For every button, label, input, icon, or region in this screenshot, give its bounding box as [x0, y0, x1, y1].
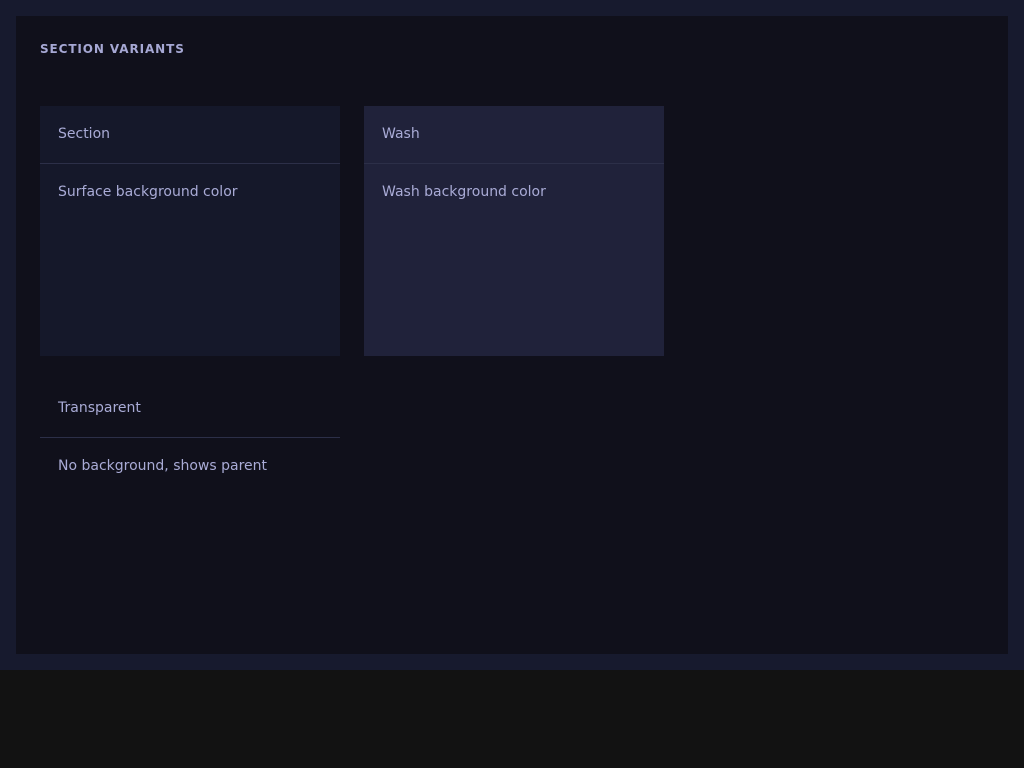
card-body: Surface background color [58, 184, 238, 200]
card-header: Wash [364, 106, 664, 164]
section-card-surface: Section Surface background color [40, 106, 340, 356]
card-body: Wash background color [382, 184, 546, 200]
card-body: No background, shows parent [58, 458, 268, 474]
section-variants-panel: SECTION VARIANTS Section Surface backgro… [16, 16, 1008, 654]
page-title: SECTION VARIANTS [40, 42, 185, 56]
section-card-wash: Wash Wash background color [364, 106, 664, 356]
app-frame: SECTION VARIANTS Section Surface backgro… [0, 0, 1024, 670]
card-header: Section [40, 106, 340, 164]
section-card-transparent: Transparent No background, shows parent [40, 380, 340, 630]
card-header: Transparent [40, 380, 340, 438]
